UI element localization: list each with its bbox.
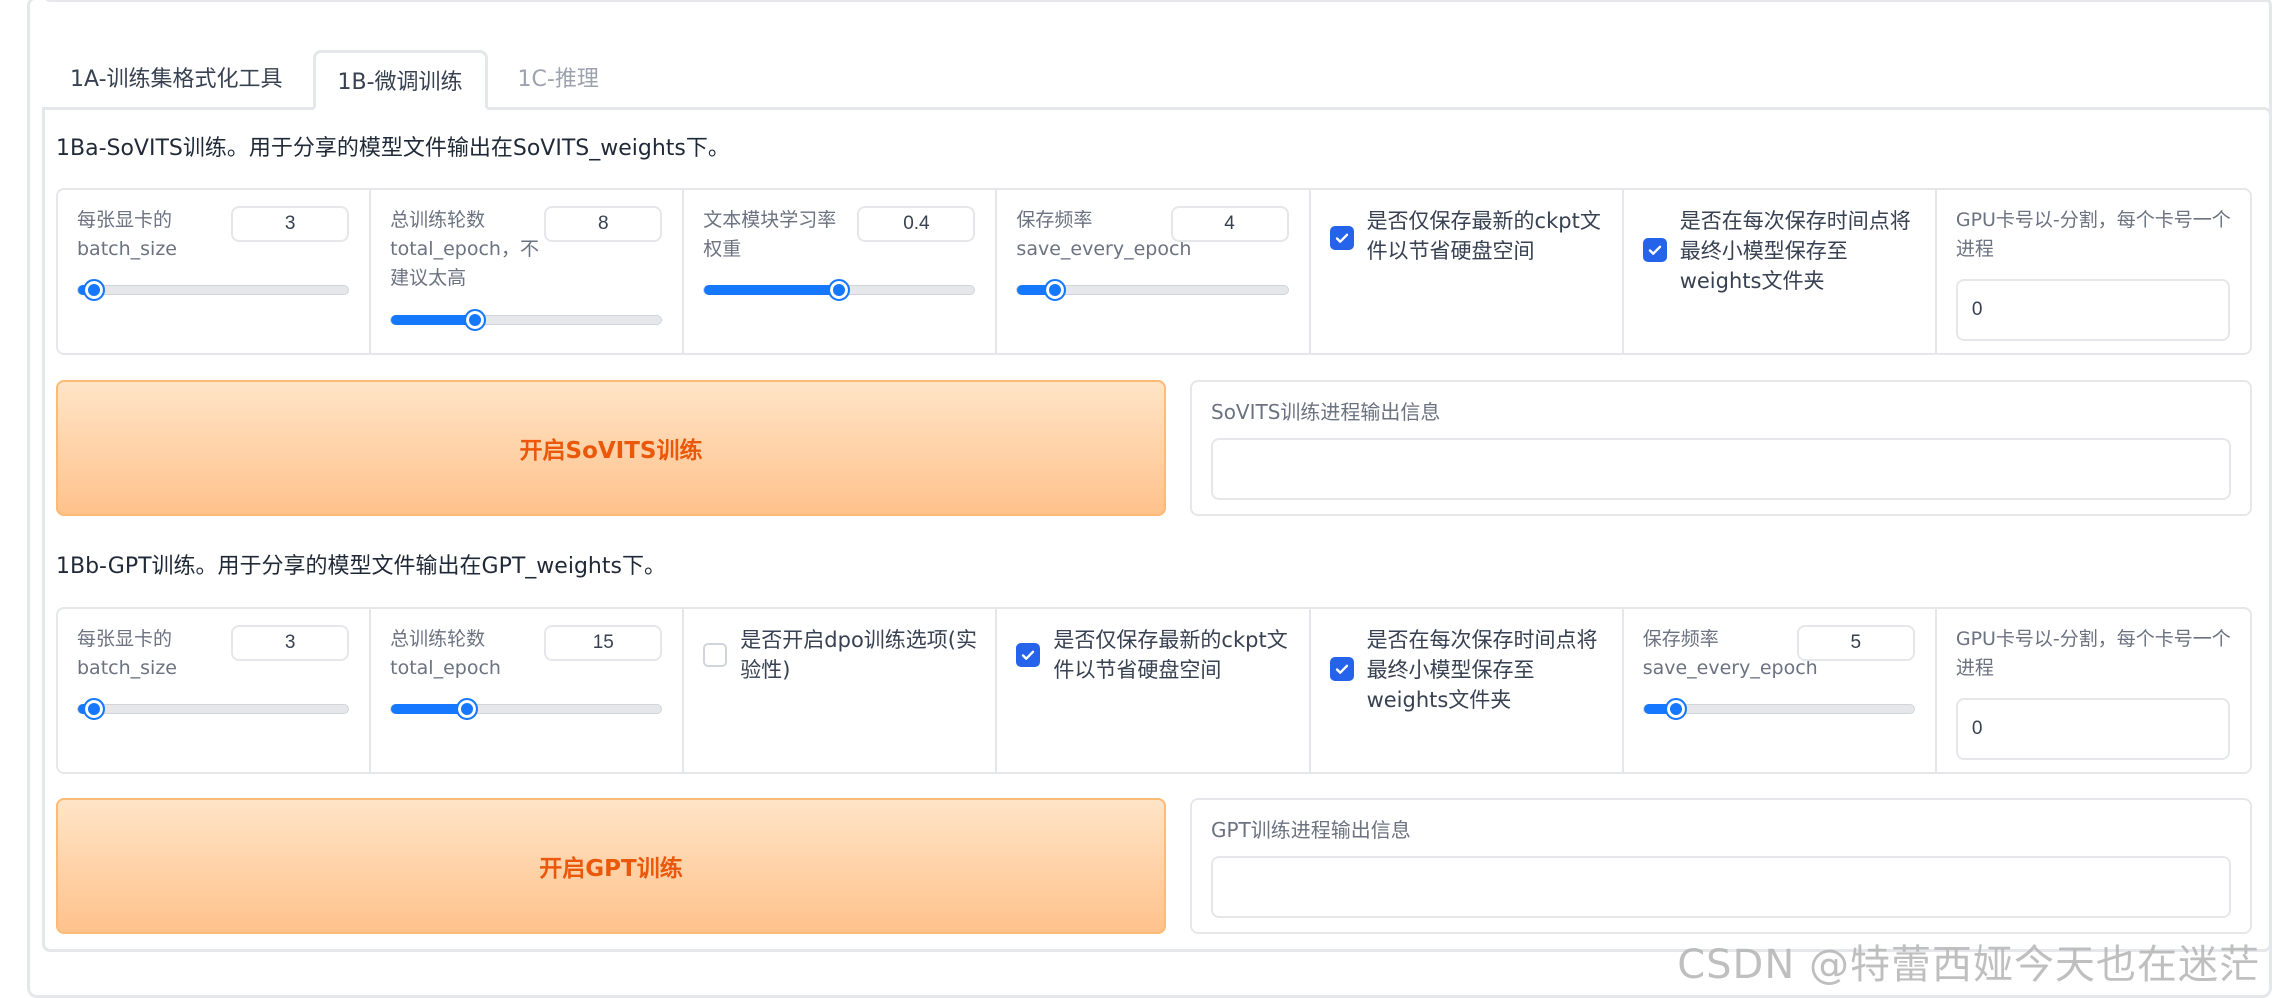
tab-dataset-format[interactable]: 1A-训练集格式化工具 <box>48 50 305 110</box>
checkbox-label: 是否仅保存最新的ckpt文件以节省硬盘空间 <box>1053 628 1288 682</box>
checkbox-label: 是否在每次保存时间点将最终小模型保存至weights文件夹 <box>1366 628 1598 712</box>
slider-thumb[interactable] <box>1044 279 1067 301</box>
slider-thumb[interactable] <box>83 279 106 301</box>
save-every-epoch-number-input[interactable]: 4 <box>1170 206 1289 242</box>
start-sovits-training-button[interactable]: 开启SoVITS训练 <box>56 380 1166 516</box>
gpu-numbers-input[interactable]: 0 <box>1955 279 2230 341</box>
checkbox-label: 是否开启dpo训练选项(实验性) <box>740 628 977 682</box>
gpt-gpu-numbers-field: GPU卡号以-分割，每个卡号一个进程 0 <box>1937 609 2250 772</box>
slider-label: 总训练轮数total_epoch <box>390 628 501 679</box>
slider-thumb[interactable] <box>83 698 106 720</box>
start-gpt-training-button[interactable]: 开启GPT训练 <box>56 798 1166 934</box>
gpt-output-textbox[interactable] <box>1211 856 2231 918</box>
gpt-batch-size-slider: 每张显卡的batch_size 3 <box>58 609 372 772</box>
slider-track[interactable] <box>390 698 663 720</box>
batch-size-number-input[interactable]: 3 <box>231 206 350 242</box>
slider-track[interactable] <box>703 279 976 301</box>
gpt-section-title: 1Bb-GPT训练。用于分享的模型文件输出在GPT_weights下。 <box>56 554 666 579</box>
total-epoch-number-input[interactable]: 8 <box>544 206 663 242</box>
slider-track[interactable] <box>390 309 663 331</box>
sovits-save-every-epoch-slider: 保存频率save_every_epoch 4 <box>997 190 1311 353</box>
gpt-dpo-option[interactable]: 是否开启dpo训练选项(实验性) <box>684 609 998 772</box>
tab-finetune-training[interactable]: 1B-微调训练 <box>312 50 488 110</box>
save-every-epoch-number-input[interactable]: 5 <box>1796 625 1915 661</box>
textbox-label: GPU卡号以-分割，每个卡号一个进程 <box>1955 209 2231 260</box>
batch-size-number-input[interactable]: 3 <box>231 625 350 661</box>
sovits-text-lr-weight-slider: 文本模块学习率权重 0.4 <box>684 190 998 353</box>
total-epoch-number-input[interactable]: 15 <box>544 625 663 661</box>
slider-track[interactable] <box>1642 698 1915 720</box>
sovits-save-small-model-option[interactable]: 是否在每次保存时间点将最终小模型保存至weights文件夹 <box>1624 190 1937 353</box>
gpt-param-row: 每张显卡的batch_size 3 总训练轮数total_epoch 15 是否… <box>56 607 2252 774</box>
slider-thumb[interactable] <box>455 698 478 720</box>
slider-label: 每张显卡的batch_size <box>77 628 177 679</box>
check-icon <box>1022 650 1035 660</box>
slider-label: 每张显卡的batch_size <box>77 209 177 260</box>
slider-track[interactable] <box>1016 279 1289 301</box>
save-small-model-checkbox[interactable] <box>1329 657 1354 681</box>
slider-label: 保存频率save_every_epoch <box>1016 209 1192 260</box>
gpt-total-epoch-slider: 总训练轮数total_epoch 15 <box>371 609 685 772</box>
sovits-output-textbox[interactable] <box>1211 438 2231 500</box>
textbox-label: GPU卡号以-分割，每个卡号一个进程 <box>1955 628 2231 679</box>
gpt-save-small-model-option[interactable]: 是否在每次保存时间点将最终小模型保存至weights文件夹 <box>1311 609 1624 772</box>
sovits-output-info: SoVITS训练进程输出信息 <box>1190 380 2252 516</box>
sovits-gpu-numbers-field: GPU卡号以-分割，每个卡号一个进程 0 <box>1937 190 2250 353</box>
slider-label: 总训练轮数total_epoch，不建议太高 <box>390 209 539 289</box>
save-latest-checkbox[interactable] <box>1329 226 1354 250</box>
tab-bar: 1A-训练集格式化工具 1B-微调训练 1C-推理 <box>48 50 621 110</box>
save-small-model-checkbox[interactable] <box>1642 238 1667 262</box>
sovits-batch-size-slider: 每张显卡的batch_size 3 <box>58 190 372 353</box>
slider-fill <box>704 285 840 295</box>
top-panel-edge <box>44 0 2272 2</box>
dpo-checkbox[interactable] <box>703 643 728 667</box>
sovits-total-epoch-slider: 总训练轮数total_epoch，不建议太高 8 <box>371 190 685 353</box>
slider-track[interactable] <box>77 279 350 301</box>
sovits-save-latest-option[interactable]: 是否仅保存最新的ckpt文件以节省硬盘空间 <box>1311 190 1624 353</box>
sovits-param-row: 每张显卡的batch_size 3 总训练轮数total_epoch，不建议太高… <box>56 188 2252 355</box>
gpt-save-every-epoch-slider: 保存频率save_every_epoch 5 <box>1624 609 1937 772</box>
slider-label: 保存频率save_every_epoch <box>1642 628 1818 679</box>
slider-thumb[interactable] <box>1665 698 1688 720</box>
gpt-save-latest-option[interactable]: 是否仅保存最新的ckpt文件以节省硬盘空间 <box>997 609 1311 772</box>
output-label: SoVITS训练进程输出信息 <box>1211 400 1441 424</box>
check-icon <box>1648 245 1661 255</box>
slider-thumb[interactable] <box>828 279 851 301</box>
text-lr-weight-number-input[interactable]: 0.4 <box>857 206 976 242</box>
watermark-text: CSDN @特蕾西娅今天也在迷茫 <box>1677 942 2260 988</box>
tab-inference[interactable]: 1C-推理 <box>496 50 621 110</box>
output-label: GPT训练进程输出信息 <box>1211 818 1411 842</box>
checkbox-label: 是否在每次保存时间点将最终小模型保存至weights文件夹 <box>1679 209 1911 293</box>
save-latest-checkbox[interactable] <box>1016 643 1041 667</box>
slider-fill <box>391 315 475 325</box>
slider-track[interactable] <box>77 698 350 720</box>
slider-thumb[interactable] <box>463 309 486 331</box>
gpt-output-info: GPT训练进程输出信息 <box>1190 798 2252 934</box>
sovits-section-title: 1Ba-SoVITS训练。用于分享的模型文件输出在SoVITS_weights下… <box>56 136 730 161</box>
check-icon <box>1335 664 1348 674</box>
gpu-numbers-input[interactable]: 0 <box>1955 698 2230 760</box>
check-icon <box>1335 233 1348 243</box>
checkbox-label: 是否仅保存最新的ckpt文件以节省硬盘空间 <box>1366 209 1601 263</box>
slider-label: 文本模块学习率权重 <box>703 209 837 260</box>
